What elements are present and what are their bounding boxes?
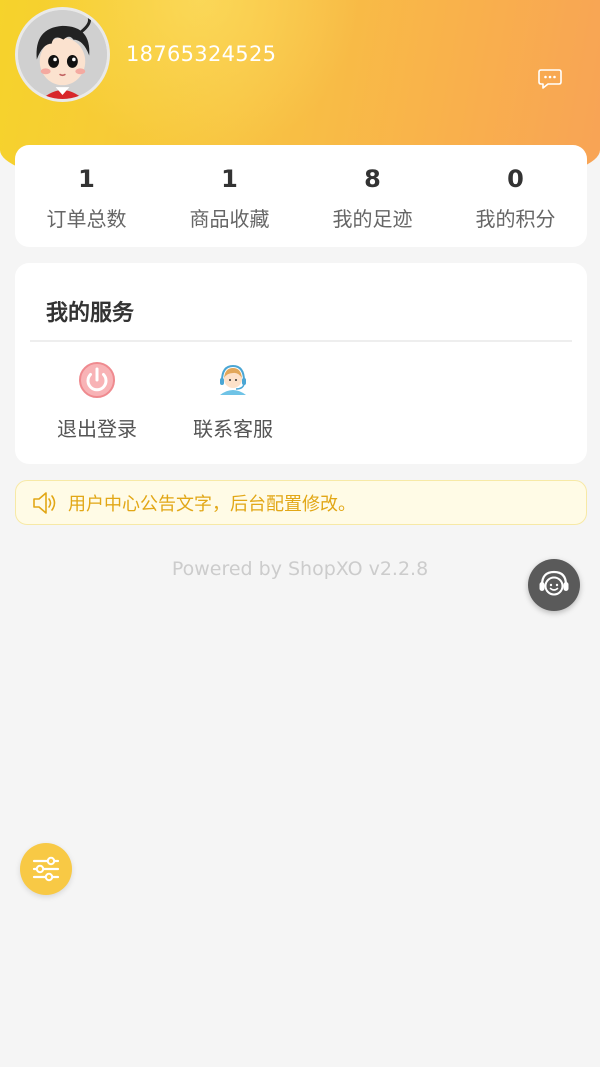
stat-value: 0 [507,165,524,193]
logout-button[interactable]: 退出登录 [39,361,155,442]
stat-footprints[interactable]: 8 我的足迹 [301,145,444,247]
user-center-page: 18765324525 1 订单总数 1 商品收藏 8 我的足迹 0 我的积分 … [0,0,600,1067]
message-icon[interactable] [538,68,562,90]
stat-value: 1 [221,165,238,193]
notice-text: 用户中心公告文字，后台配置修改。 [68,493,356,515]
speaker-icon [33,491,56,514]
stats-card: 1 订单总数 1 商品收藏 8 我的足迹 0 我的积分 [15,145,587,247]
avatar[interactable] [15,7,110,102]
logout-label: 退出登录 [57,417,137,441]
customer-service-icon [220,364,246,395]
support-agent-icon [539,570,569,596]
floating-menu-button[interactable] [20,843,72,895]
floating-customer-service-button[interactable] [528,559,580,611]
user-phone[interactable]: 18765324525 [126,42,276,66]
stat-value: 8 [364,165,381,193]
stat-points[interactable]: 0 我的积分 [444,145,587,247]
avatar-face-icon [18,10,107,99]
notice-bar[interactable]: 用户中心公告文字，后台配置修改。 [15,480,587,525]
contact-service-button[interactable]: 联系客服 [175,361,291,442]
services-card: 我的服务 退出登录 联系客服 [15,263,587,464]
powered-by-text: Powered by ShopXO v2.2.8 [171,558,429,580]
power-icon [79,362,115,398]
stat-label: 我的足迹 [332,207,413,231]
stat-label: 订单总数 [46,207,127,231]
stat-value: 1 [78,165,95,193]
stat-favorites[interactable]: 1 商品收藏 [158,145,301,247]
sliders-icon [32,856,60,882]
stat-label: 商品收藏 [189,207,270,231]
divider [30,340,572,342]
contact-service-label: 联系客服 [193,417,273,441]
stat-label: 我的积分 [475,207,556,231]
services-title: 我的服务 [46,301,135,326]
stat-orders[interactable]: 1 订单总数 [15,145,158,247]
